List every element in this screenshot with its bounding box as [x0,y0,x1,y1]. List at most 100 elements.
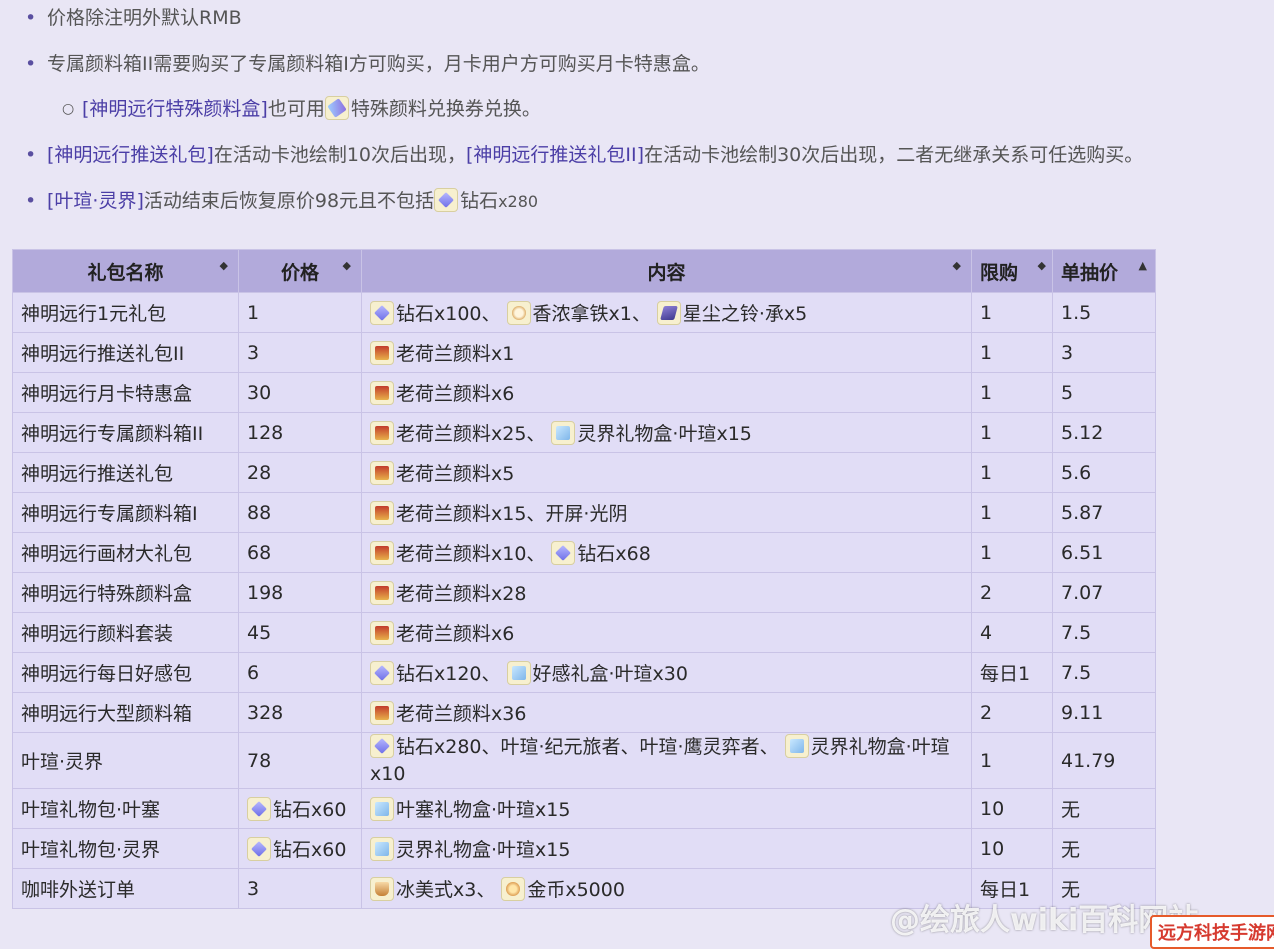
bullet: • [25,190,37,212]
unit-draw-price: 7.5 [1052,612,1156,653]
content-item: 灵界礼物盒·叶瑄x15 [396,839,571,861]
content-item: 钻石x280、叶瑄·纪元旅者、叶瑄·鹰灵弈者、 [396,735,779,758]
table-row: 神明远行推送礼包II 3 老荷兰颜料x1 1 3 [12,332,1156,373]
unit-draw-price: 7.5 [1052,652,1156,693]
unit-draw-price: 1.5 [1052,292,1156,333]
content-item: 老荷兰颜料x5 [396,463,515,485]
gift-pack-name: 咖啡外送订单 [12,868,239,909]
diamond-icon [247,797,271,821]
note-item: • 专属颜料箱II需要购买了专属颜料箱I方可购买，月卡用户方可购买月卡特惠盒。 [25,51,710,77]
unit-draw-price: 5.12 [1052,412,1156,453]
purchase-limit: 1 [971,292,1053,333]
note-item: • [神明远行推送礼包]在活动卡池绘制10次后出现，[神明远行推送礼包II]在活… [25,142,1144,168]
table-row: 神明远行颜料套装 45 老荷兰颜料x6 4 7.5 [12,612,1156,653]
unit-draw-price: 6.51 [1052,532,1156,573]
gift-pack-price: 30 [238,372,362,413]
content-item: 老荷兰颜料x6 [396,383,515,405]
gift-pack-content: 冰美式x3、 金币x5000 [361,868,972,909]
sort-icon[interactable]: ◆ [343,260,351,271]
column-header-price[interactable]: 价格 ◆ [238,249,362,293]
gift-icon [506,661,531,685]
content-item: 老荷兰颜料x15、开屏·光阴 [396,503,628,525]
gift-pack-price: 68 [238,532,362,573]
gift-pack-name: 神明远行1元礼包 [12,292,239,333]
diamond-icon [551,541,576,565]
unit-draw-price: 5.87 [1052,492,1156,533]
purchase-limit: 2 [971,692,1053,733]
table-row: 神明远行特殊颜料盒 198 老荷兰颜料x28 2 7.07 [12,572,1156,613]
gift-pack-price: 3 [238,868,362,909]
column-header-unit-price[interactable]: 单抽价 ▲ [1052,249,1156,293]
note-text: x280 [498,192,539,211]
table-row: 神明远行大型颜料箱 328 老荷兰颜料x36 2 9.11 [12,692,1156,733]
diamond-icon [247,837,271,861]
content-item: 钻石x120、 [396,663,501,685]
column-header-content[interactable]: 内容 ◆ [361,249,972,293]
unit-draw-price: 5.6 [1052,452,1156,493]
gift-pack-link[interactable]: [神明远行特殊颜料盒] [82,98,268,120]
sort-icon[interactable]: ◆ [220,260,228,271]
gift-pack-content: 灵界礼物盒·叶瑄x15 [361,828,972,869]
diamond-icon [370,661,394,685]
unit-draw-price: 5 [1052,372,1156,413]
gift-icon [784,733,809,758]
gift-pack-content: 钻石x100、 香浓拿铁x1、 星尘之铃·承x5 [361,292,972,333]
content-item: 钻石x68 [577,543,651,565]
paint-icon [370,701,394,725]
gift-pack-name: 神明远行特殊颜料盒 [12,572,239,613]
content-item: 老荷兰颜料x36 [396,703,527,725]
gift-pack-price: 钻石x60 [238,788,362,829]
diamond-icon [370,301,394,325]
table-row: 神明远行1元礼包 1 钻石x100、 香浓拿铁x1、 星尘之铃·承x5 1 1.5 [12,292,1156,333]
gift-icon [370,797,394,821]
gift-pack-content: 老荷兰颜料x1 [361,332,972,373]
note-item: • 价格除注明外默认RMB [25,5,242,31]
table-row: 神明远行专属颜料箱I 88 老荷兰颜料x15、开屏·光阴 1 5.87 [12,492,1156,533]
gift-pack-price: 328 [238,692,362,733]
gift-pack-name: 神明远行专属颜料箱II [12,412,239,453]
gift-pack-name: 神明远行大型颜料箱 [12,692,239,733]
content-item: 老荷兰颜料x6 [396,623,515,645]
purchase-limit: 1 [971,452,1053,493]
purchase-limit: 4 [971,612,1053,653]
note-text: 钻石 [460,190,499,212]
gift-pack-name: 神明远行颜料套装 [12,612,239,653]
gift-pack-link[interactable]: [叶瑄·灵界] [47,190,144,212]
sort-icon[interactable]: ◆ [953,260,961,271]
table-row: 神明远行推送礼包 28 老荷兰颜料x5 1 5.6 [12,452,1156,493]
note-text: 价格除注明外默认RMB [47,7,242,29]
column-header-name[interactable]: 礼包名称 ◆ [12,249,239,293]
gift-pack-content: 钻石x280、叶瑄·纪元旅者、叶瑄·鹰灵弈者、 灵界礼物盒·叶瑄x10 [361,732,972,789]
purchase-limit: 1 [971,372,1053,413]
gift-pack-price: 88 [238,492,362,533]
content-item: 灵界礼物盒·叶瑄x15 [577,423,752,445]
coin-icon [501,877,526,901]
gift-pack-price: 3 [238,332,362,373]
purchase-limit: 1 [971,412,1053,453]
gift-pack-content: 老荷兰颜料x6 [361,372,972,413]
purchase-limit: 1 [971,732,1053,789]
purchase-limit: 每日1 [971,652,1053,693]
sub-bullet: ○ [62,101,75,117]
note-text: 在活动卡池绘制30次后出现，二者无继承关系可任选购买。 [644,144,1144,166]
table-row: 叶瑄礼物包·叶塞 钻石x60 叶塞礼物盒·叶瑄x15 10 无 [12,788,1156,829]
note-text: 特殊颜料兑换券兑换。 [350,98,541,120]
gift-pack-name: 神明远行每日好感包 [12,652,239,693]
content-item: 老荷兰颜料x28 [396,583,527,605]
gift-pack-price: 6 [238,652,362,693]
gift-pack-link[interactable]: [神明远行推送礼包] [47,144,214,166]
sort-icon[interactable]: ◆ [1038,260,1046,271]
gift-pack-link[interactable]: [神明远行推送礼包II] [466,144,644,166]
sort-asc-icon[interactable]: ▲ [1139,260,1147,271]
gift-icon [551,421,576,445]
purchase-limit: 2 [971,572,1053,613]
gift-pack-price: 钻石x60 [238,828,362,869]
iced-coffee-icon [370,877,394,901]
column-header-limit[interactable]: 限购 ◆ [971,249,1053,293]
gift-pack-content: 老荷兰颜料x5 [361,452,972,493]
coffee-icon [506,301,531,325]
paint-icon [370,341,394,365]
unit-draw-price: 无 [1052,828,1156,869]
unit-draw-price: 无 [1052,788,1156,829]
table-row: 叶瑄·灵界 78 钻石x280、叶瑄·纪元旅者、叶瑄·鹰灵弈者、 灵界礼物盒·叶瑄x1… [12,732,1156,789]
